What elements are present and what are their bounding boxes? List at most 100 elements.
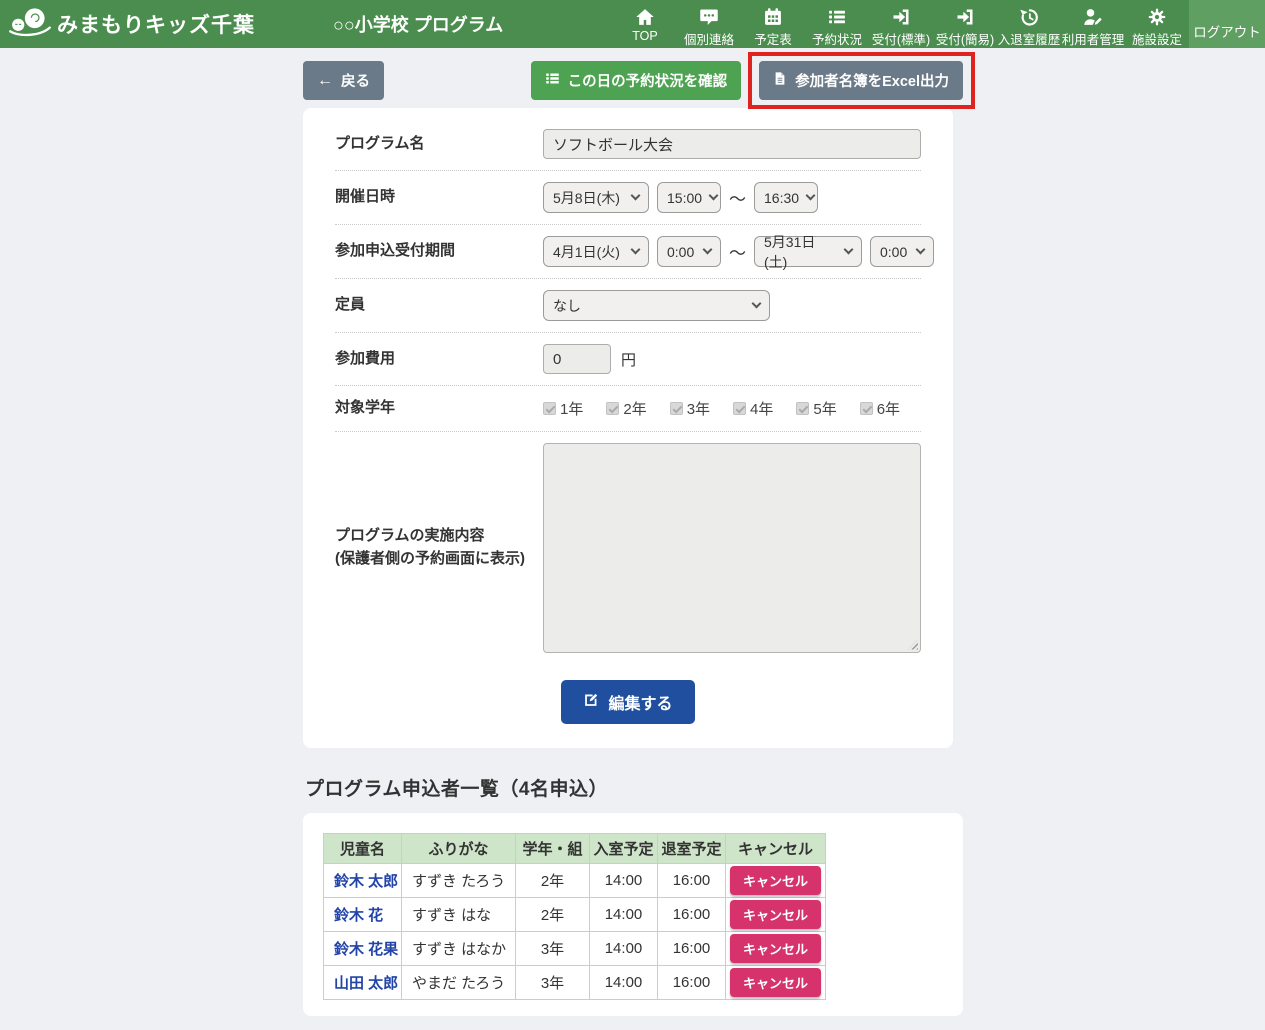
form-row-program-name: プログラム名: [335, 118, 921, 171]
event-start-time-select[interactable]: 15:00: [657, 182, 721, 213]
table-header-row: 児童名 ふりがな 学年・組 入室予定 退室予定 キャンセル: [324, 833, 826, 863]
table-row: 鈴木 花 すずき はな 2年 14:00 16:00 キャンセル: [324, 897, 826, 931]
form-row-description: プログラムの実施内容 (保護者側の予約画面に表示): [335, 432, 921, 664]
exit-time-cell: 16:00: [658, 897, 726, 931]
grade-cell: 3年: [516, 965, 590, 999]
grade-checkbox-1[interactable]: 1年: [543, 398, 583, 419]
exit-time-cell: 16:00: [658, 965, 726, 999]
description-label: プログラムの実施内容 (保護者側の予約画面に表示): [335, 525, 543, 570]
nav-item-yoteihyo[interactable]: 予定表: [741, 0, 805, 48]
chevron-down-icon: [916, 245, 926, 255]
form-row-target-grades: 対象学年 1年 2年 3年 4年: [335, 386, 921, 432]
checkbox-checked-icon: [543, 402, 556, 415]
kana-cell: すずき はな: [402, 897, 516, 931]
cancel-button[interactable]: キャンセル: [730, 900, 821, 929]
sign-in-simple-icon: [955, 7, 975, 27]
back-arrow-icon: ←: [317, 73, 333, 89]
form-row-event-datetime: 開催日時 5月8日(木) 15:00 〜 16:30: [335, 171, 921, 225]
sign-in-standard-icon: [891, 7, 911, 27]
nav-item-uketsuke-kani[interactable]: 受付(簡易): [933, 0, 997, 48]
app-logo[interactable]: みまもりキッズ千葉: [0, 0, 263, 48]
table-row: 鈴木 太郎 すずき たろう 2年 14:00 16:00 キャンセル: [324, 863, 826, 897]
grade-checkbox-3[interactable]: 3年: [670, 398, 710, 419]
excel-export-button[interactable]: 参加者名簿をExcel出力: [759, 61, 963, 100]
tilde-separator: 〜: [729, 185, 746, 210]
period-start-date-select[interactable]: 4月1日(火): [543, 236, 649, 267]
nav-item-shisetsu-settei[interactable]: 施設設定: [1125, 0, 1189, 48]
child-name-link[interactable]: 鈴木 太郎: [334, 873, 398, 890]
capacity-label: 定員: [335, 294, 543, 317]
cancel-button[interactable]: キャンセル: [730, 934, 821, 963]
period-end-time-select[interactable]: 0:00: [870, 236, 934, 267]
calendar-icon: [763, 7, 783, 27]
gear-icon: [1147, 7, 1167, 27]
child-name-link[interactable]: 山田 太郎: [334, 975, 398, 992]
nav-item-yoyaku-jokyo[interactable]: 予約状況: [805, 0, 869, 48]
list-icon: [545, 71, 560, 90]
entry-time-cell: 14:00: [590, 931, 658, 965]
child-name-link[interactable]: 鈴木 花果: [334, 941, 398, 958]
page-title: ○○小学校 プログラム: [333, 0, 503, 48]
col-header-kana: ふりがな: [402, 833, 516, 863]
cancel-button[interactable]: キャンセル: [730, 866, 821, 895]
grade-checkbox-5[interactable]: 5年: [796, 398, 836, 419]
fee-input[interactable]: [543, 344, 611, 374]
table-row: 山田 太郎 やまだ たろう 3年 14:00 16:00 キャンセル: [324, 965, 826, 999]
logo-text: みまもりキッズ千葉: [57, 9, 255, 39]
applicants-table: 児童名 ふりがな 学年・組 入室予定 退室予定 キャンセル 鈴木 太郎 すずき …: [323, 833, 826, 1000]
form-row-capacity: 定員 なし: [335, 279, 921, 333]
toolbar: ← 戻る この日の予約状況を確認 参加者名簿をExcel出力: [303, 61, 963, 100]
kana-cell: すずき はなか: [402, 931, 516, 965]
event-date-select[interactable]: 5月8日(木): [543, 182, 649, 213]
event-end-time-select[interactable]: 16:30: [754, 182, 818, 213]
cancel-button[interactable]: キャンセル: [730, 968, 821, 997]
check-reservations-button[interactable]: この日の予約状況を確認: [531, 61, 742, 100]
exit-time-cell: 16:00: [658, 863, 726, 897]
description-textarea[interactable]: [543, 443, 921, 653]
grade-checkbox-2[interactable]: 2年: [606, 398, 646, 419]
child-name-link[interactable]: 鈴木 花: [334, 907, 383, 924]
nav-item-kobetsu-renraku[interactable]: 個別連絡: [677, 0, 741, 48]
chevron-down-icon: [844, 245, 854, 255]
list-icon: [827, 7, 847, 27]
checkbox-checked-icon: [796, 402, 809, 415]
grade-cell: 2年: [516, 863, 590, 897]
user-manage-icon: [1083, 7, 1103, 27]
col-header-entry-time: 入室予定: [590, 833, 658, 863]
logout-button[interactable]: ログアウト: [1189, 0, 1265, 48]
applicants-heading: プログラム申込者一覧（4名申込）: [305, 774, 963, 801]
nav-item-nyutaishitsu-rireki[interactable]: 入退室履歴: [997, 0, 1061, 48]
checkbox-checked-icon: [670, 402, 683, 415]
entry-time-cell: 14:00: [590, 965, 658, 999]
edit-button[interactable]: 編集する: [561, 680, 694, 724]
period-start-time-select[interactable]: 0:00: [657, 236, 721, 267]
back-button[interactable]: ← 戻る: [303, 61, 384, 100]
program-detail-card: プログラム名 開催日時 5月8日(木) 15:00 〜 16:30: [303, 108, 953, 748]
col-header-child-name: 児童名: [324, 833, 402, 863]
program-name-label: プログラム名: [335, 133, 543, 156]
history-icon: [1019, 7, 1039, 27]
nav-item-riyosha-kanri[interactable]: 利用者管理: [1061, 0, 1125, 48]
top-navigation-bar: みまもりキッズ千葉 ○○小学校 プログラム TOP 個別連絡 予定表 予約状況: [0, 0, 1265, 48]
target-grades-label: 対象学年: [335, 397, 543, 420]
period-end-date-select[interactable]: 5月31日(土): [754, 236, 862, 267]
document-icon: [773, 71, 787, 90]
capacity-select[interactable]: なし: [543, 290, 770, 321]
checkbox-checked-icon: [733, 402, 746, 415]
grade-checkbox-6[interactable]: 6年: [860, 398, 900, 419]
nav-item-top[interactable]: TOP: [613, 0, 677, 48]
tilde-separator: 〜: [729, 239, 746, 264]
home-icon: [635, 7, 655, 27]
nav-item-uketsuke-hyojun[interactable]: 受付(標準): [869, 0, 933, 48]
grade-cell: 3年: [516, 931, 590, 965]
chevron-down-icon: [631, 245, 641, 255]
chevron-down-icon: [806, 191, 816, 201]
chevron-down-icon: [703, 245, 713, 255]
fee-label: 参加費用: [335, 348, 543, 371]
program-name-input[interactable]: [543, 129, 921, 159]
snail-logo-icon: [8, 6, 52, 43]
grade-cell: 2年: [516, 897, 590, 931]
grade-checkbox-4[interactable]: 4年: [733, 398, 773, 419]
event-datetime-label: 開催日時: [335, 186, 543, 209]
pencil-square-icon: [583, 691, 600, 713]
